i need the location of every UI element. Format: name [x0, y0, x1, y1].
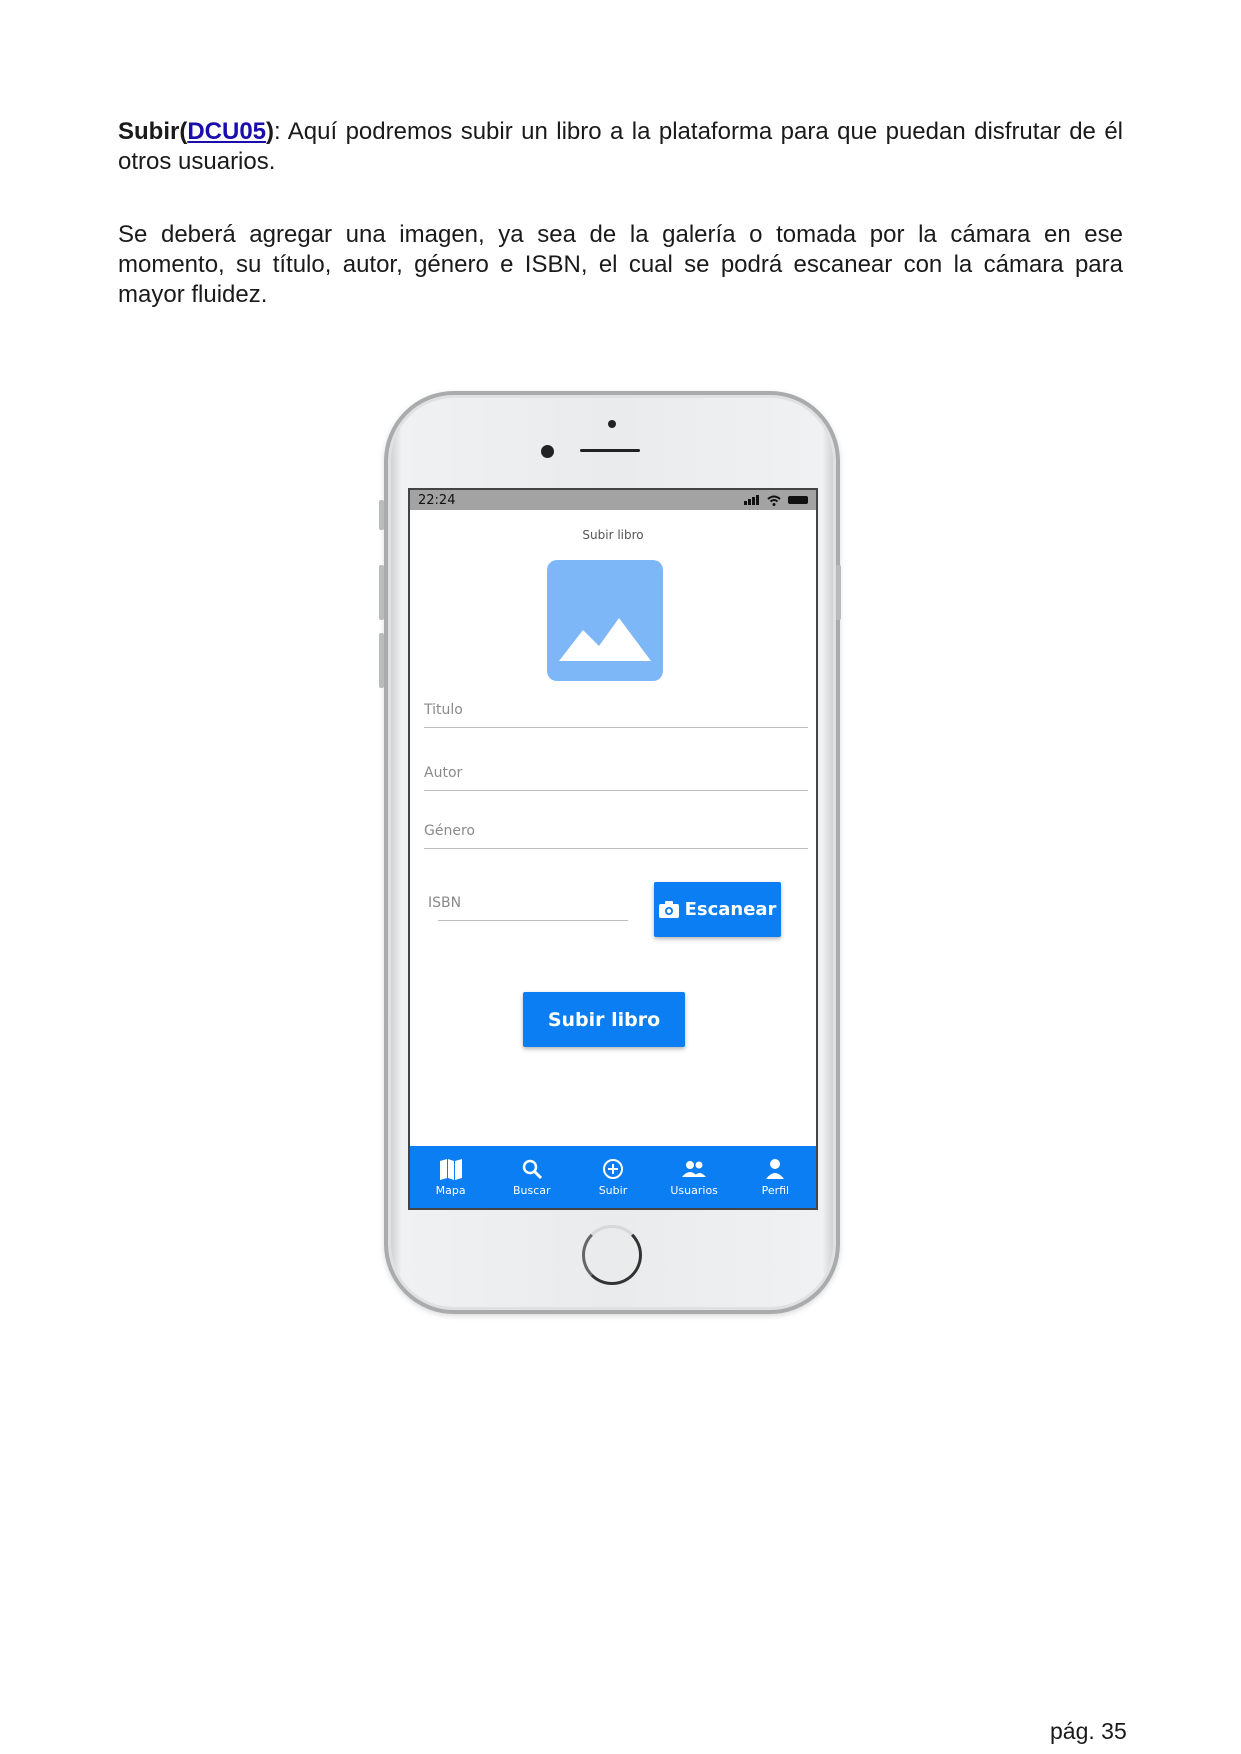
people-icon	[682, 1160, 707, 1177]
phone-mockup: 22:24 Subir libro Titulo Autor Género IS…	[379, 391, 841, 1314]
genero-label: Género	[424, 823, 475, 839]
description-paragraph: Se deberá agregar una imagen, ya sea de …	[118, 221, 1123, 308]
nav-label-mapa: Mapa	[435, 1183, 466, 1197]
camera-icon	[658, 901, 679, 918]
titulo-label: Titulo	[424, 702, 463, 718]
titulo-field[interactable]: Titulo	[424, 685, 808, 728]
map-icon	[439, 1158, 462, 1180]
power-button	[836, 565, 841, 620]
front-camera	[541, 445, 554, 458]
nav-label-subir: Subir	[598, 1183, 628, 1197]
page-number: pág. 35	[1050, 1718, 1127, 1744]
status-bar: 22:24	[410, 490, 816, 510]
genero-field[interactable]: Género	[424, 806, 808, 849]
escanear-button[interactable]: Escanear	[654, 882, 781, 937]
screen-title: Subir libro	[582, 528, 644, 542]
isbn-label: ISBN	[428, 895, 462, 911]
subir-libro-label: Subir libro	[547, 1008, 661, 1031]
nav-item-buscar[interactable]: Buscar	[502, 1158, 562, 1197]
image-upload-placeholder[interactable]	[547, 560, 663, 681]
volume-up-button	[379, 565, 384, 620]
proximity-sensor	[608, 420, 616, 428]
nav-item-mapa[interactable]: Mapa	[421, 1158, 481, 1197]
nav-item-subir[interactable]: Subir	[583, 1158, 643, 1197]
volume-down-button	[379, 633, 384, 688]
phone-screen: 22:24 Subir libro Titulo Autor Género IS…	[408, 488, 818, 1210]
nav-item-usuarios[interactable]: Usuarios	[664, 1158, 724, 1197]
mountain-image-icon	[559, 618, 651, 661]
search-icon	[522, 1159, 542, 1179]
mute-switch	[379, 500, 384, 530]
intro-bold: Subir(	[118, 118, 188, 145]
status-time: 22:24	[418, 492, 456, 508]
isbn-field[interactable]: ISBN	[428, 878, 628, 921]
escanear-label: Escanear	[684, 899, 777, 920]
subir-libro-button[interactable]: Subir libro	[523, 992, 685, 1047]
nav-label-usuarios: Usuarios	[670, 1183, 718, 1197]
battery-icon	[788, 496, 808, 504]
wifi-icon	[767, 495, 781, 506]
intro-bold-end: )	[266, 118, 275, 145]
person-icon	[766, 1158, 785, 1179]
earpiece-speaker	[580, 449, 640, 452]
dcu05-link[interactable]: DCU05	[187, 118, 266, 145]
home-button	[582, 1225, 642, 1285]
nav-label-perfil: Perfil	[761, 1183, 790, 1197]
nav-label-buscar: Buscar	[513, 1183, 551, 1197]
nav-item-perfil[interactable]: Perfil	[745, 1158, 805, 1197]
bottom-navigation: Mapa Buscar Subir Usuarios Perfil	[410, 1146, 816, 1208]
add-circle-icon	[602, 1158, 623, 1179]
autor-field[interactable]: Autor	[424, 748, 808, 791]
autor-label: Autor	[424, 765, 463, 781]
signal-icon	[744, 495, 759, 505]
intro-paragraph: Subir(DCU05): Aquí podremos subir un lib…	[118, 117, 1123, 177]
